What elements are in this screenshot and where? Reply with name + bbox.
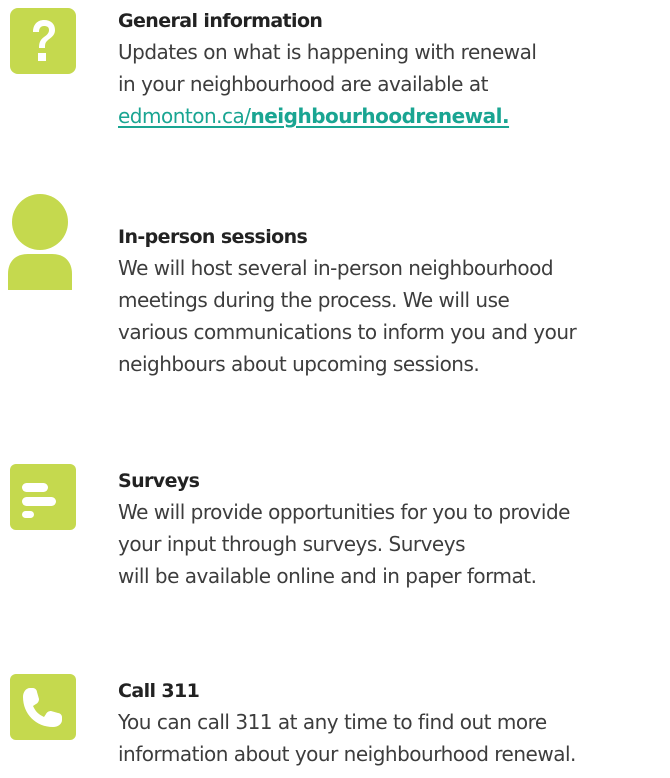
neighbourhood-renewal-link[interactable]: edmonton.ca/neighbourhoodrenewal. xyxy=(118,104,510,128)
neighbourhood-renewal-link-line: edmonton.ca/neighbourhoodrenewal. xyxy=(118,100,670,132)
section-title: Call 311 xyxy=(118,680,200,702)
body-line: your input through surveys. Surveys xyxy=(118,532,466,556)
body-line: We will host several in-person neighbour… xyxy=(118,256,554,280)
person-icon xyxy=(6,194,74,290)
body-line: in your neighbourhood are available at xyxy=(118,72,488,96)
question-mark-icon xyxy=(10,8,76,74)
body-line: neighbours about upcoming sessions. xyxy=(118,352,480,376)
section-body: You can call 311 at any time to find out… xyxy=(118,706,670,770)
section-body: We will host several in-person neighbour… xyxy=(118,252,670,380)
body-line: You can call 311 at any time to find out… xyxy=(118,710,547,734)
section-title: General information xyxy=(118,10,323,32)
section-body: Updates on what is happening with renewa… xyxy=(118,36,670,132)
body-line: Updates on what is happening with renewa… xyxy=(118,40,537,64)
body-line: information about your neighbourhood ren… xyxy=(118,742,576,766)
link-bold-text: neighbourhoodrenewal. xyxy=(250,104,510,128)
section-body: We will provide opportunities for you to… xyxy=(118,496,670,592)
body-line: meetings during the process. We will use xyxy=(118,288,510,312)
phone-icon xyxy=(10,674,76,740)
section-title: In-person sessions xyxy=(118,226,308,248)
body-line: We will provide opportunities for you to… xyxy=(118,500,570,524)
survey-form-icon xyxy=(10,464,76,530)
section-title: Surveys xyxy=(118,470,200,492)
body-line: will be available online and in paper fo… xyxy=(118,564,537,588)
body-line: various communications to inform you and… xyxy=(118,320,577,344)
link-prefix: edmonton.ca/ xyxy=(118,104,251,128)
